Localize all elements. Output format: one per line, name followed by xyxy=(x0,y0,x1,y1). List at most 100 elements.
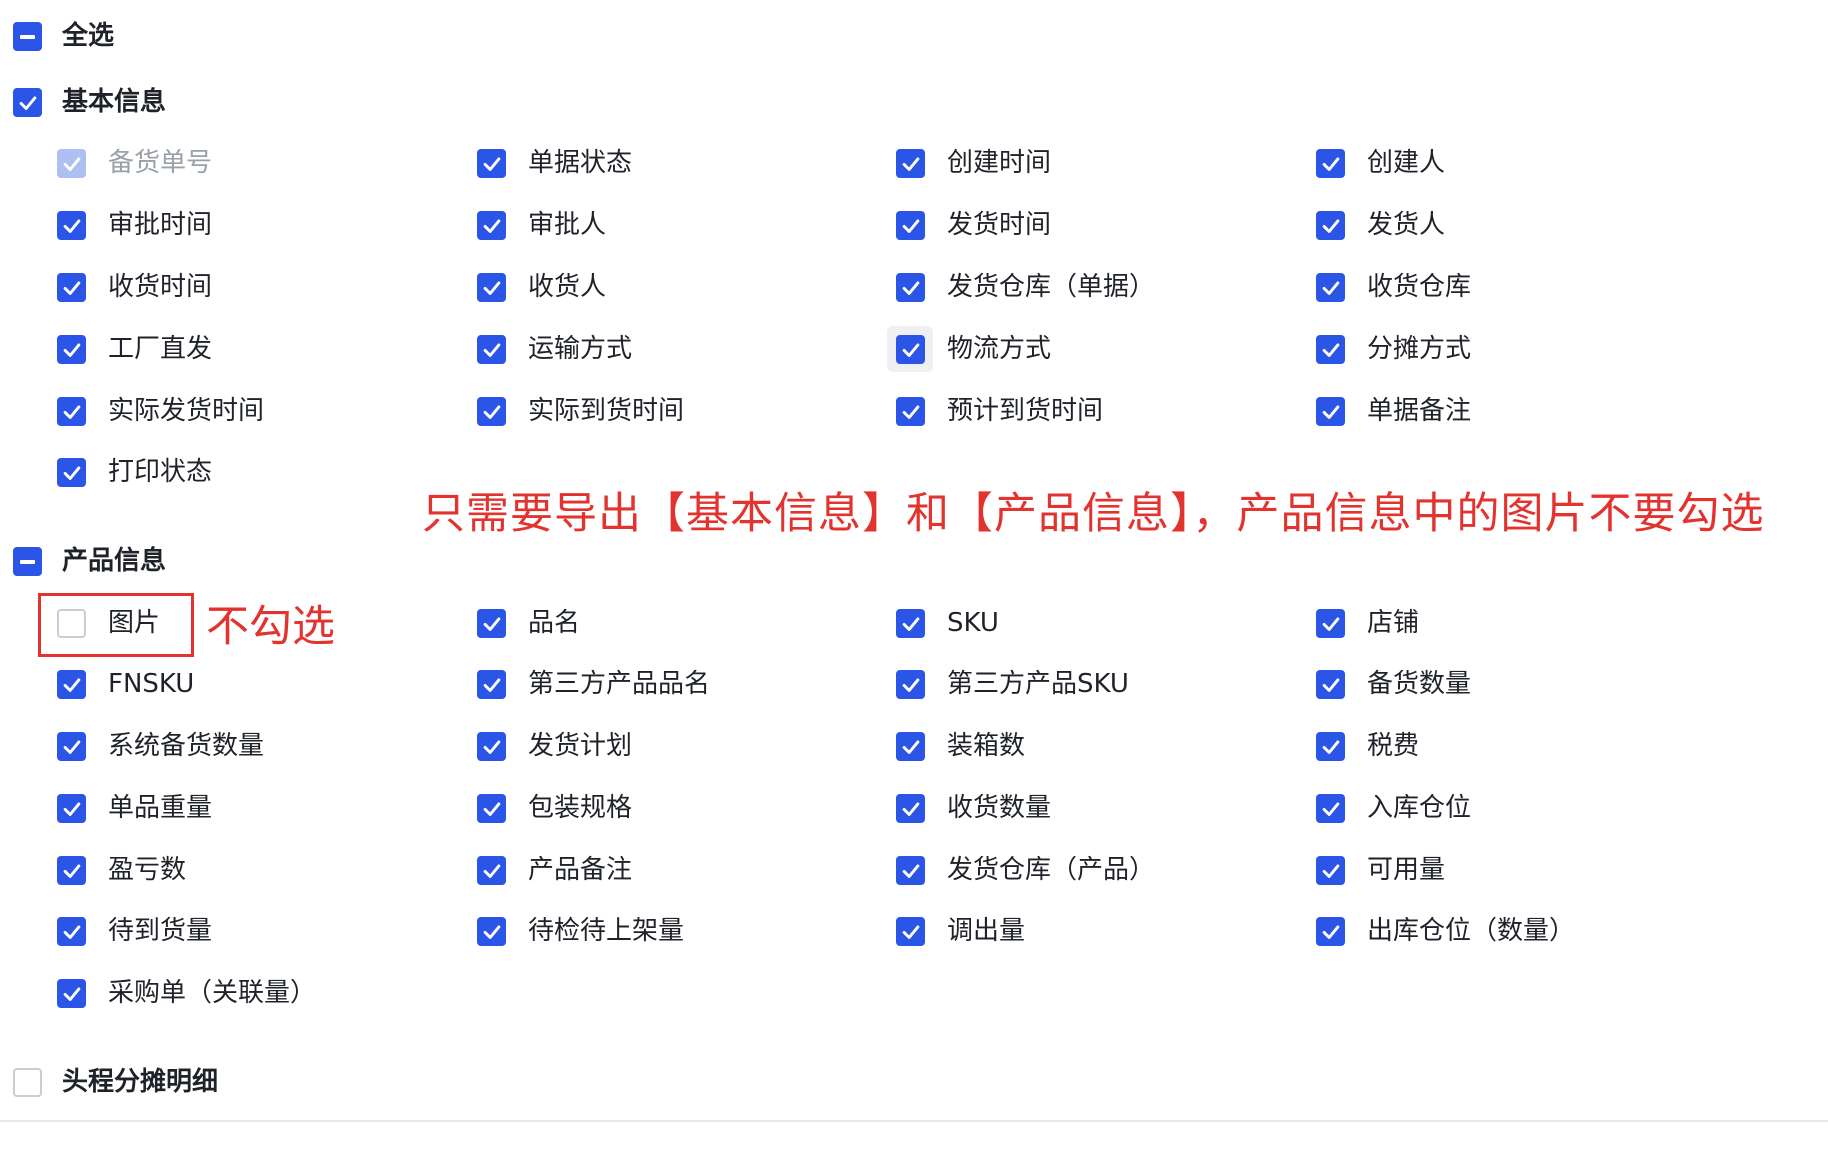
checkmark-icon xyxy=(1322,218,1339,233)
field-checkbox-basic-13[interactable] xyxy=(477,335,506,364)
field-checkbox-basic-1[interactable] xyxy=(477,149,506,178)
field-label-basic-2: 创建时间 xyxy=(947,148,1052,178)
field-checkbox-basic-14[interactable] xyxy=(896,335,925,364)
checkmark-icon xyxy=(1322,342,1339,357)
field-checkbox-product-21[interactable] xyxy=(477,917,506,946)
field-checkbox-product-15[interactable] xyxy=(1316,794,1345,823)
field-checkbox-basic-15[interactable] xyxy=(1316,335,1345,364)
field-label-product-13: 包装规格 xyxy=(528,793,633,823)
field-checkbox-basic-16[interactable] xyxy=(57,397,86,426)
field-checkbox-basic-12[interactable] xyxy=(57,335,86,364)
field-label-product-24: 采购单（关联量） xyxy=(108,978,317,1008)
field-label-basic-8: 收货时间 xyxy=(108,272,213,302)
checkmark-icon xyxy=(902,924,919,939)
field-checkbox-basic-4[interactable] xyxy=(57,211,86,240)
checkmark-icon xyxy=(1322,280,1339,295)
field-checkbox-basic-10[interactable] xyxy=(896,273,925,302)
field-checkbox-product-19[interactable] xyxy=(1316,856,1345,885)
checkmark-icon xyxy=(1322,616,1339,631)
field-checkbox-basic-8[interactable] xyxy=(57,273,86,302)
field-checkbox-basic-5[interactable] xyxy=(477,211,506,240)
checkmark-icon xyxy=(483,616,500,631)
field-checkbox-product-16[interactable] xyxy=(57,856,86,885)
field-checkbox-basic-3[interactable] xyxy=(1316,149,1345,178)
field-label-basic-6: 发货时间 xyxy=(947,210,1052,240)
group-checkbox-basic[interactable] xyxy=(13,88,42,117)
field-checkbox-product-23[interactable] xyxy=(1316,917,1345,946)
field-checkbox-basic-7[interactable] xyxy=(1316,211,1345,240)
field-checkbox-product-3[interactable] xyxy=(1316,609,1345,638)
field-checkbox-basic-9[interactable] xyxy=(477,273,506,302)
checkmark-icon xyxy=(63,801,80,816)
field-checkbox-product-10[interactable] xyxy=(896,732,925,761)
field-checkbox-product-9[interactable] xyxy=(477,732,506,761)
checkmark-icon xyxy=(483,404,500,419)
field-label-product-16: 盈亏数 xyxy=(108,855,187,885)
checkmark-icon xyxy=(63,863,80,878)
group-checkbox-product[interactable] xyxy=(13,547,42,576)
annotation-uncheck-note: 不勾选 xyxy=(206,602,335,652)
checkmark-icon xyxy=(1322,924,1339,939)
checkmark-icon xyxy=(483,218,500,233)
field-label-basic-16: 实际发货时间 xyxy=(108,396,265,426)
group-checkbox-headhaul[interactable] xyxy=(13,1068,42,1097)
checkmark-icon xyxy=(63,218,80,233)
field-checkbox-basic-2[interactable] xyxy=(896,149,925,178)
field-checkbox-product-18[interactable] xyxy=(896,856,925,885)
checkmark-icon xyxy=(483,677,500,692)
field-checkbox-product-14[interactable] xyxy=(896,794,925,823)
field-checkbox-product-12[interactable] xyxy=(57,794,86,823)
checkmark-icon xyxy=(63,739,80,754)
field-checkbox-product-7[interactable] xyxy=(1316,670,1345,699)
field-label-basic-12: 工厂直发 xyxy=(108,334,213,364)
field-checkbox-product-2[interactable] xyxy=(896,609,925,638)
field-checkbox-product-20[interactable] xyxy=(57,917,86,946)
field-checkbox-product-1[interactable] xyxy=(477,609,506,638)
field-label-basic-1: 单据状态 xyxy=(528,148,633,178)
field-checkbox-basic-18[interactable] xyxy=(896,397,925,426)
checkmark-icon xyxy=(902,156,919,171)
field-label-product-2: SKU xyxy=(947,608,999,638)
field-checkbox-product-13[interactable] xyxy=(477,794,506,823)
field-checkbox-product-4[interactable] xyxy=(57,670,86,699)
field-checkbox-product-22[interactable] xyxy=(896,917,925,946)
field-label-product-15: 入库仓位 xyxy=(1367,793,1472,823)
checkmark-icon xyxy=(483,739,500,754)
field-label-product-8: 系统备货数量 xyxy=(108,731,265,761)
field-checkbox-product-11[interactable] xyxy=(1316,732,1345,761)
section-divider xyxy=(0,1120,1828,1122)
field-checkbox-basic-20[interactable] xyxy=(57,458,86,487)
group-label-headhaul: 头程分摊明细 xyxy=(62,1067,219,1097)
field-checkbox-basic-0 xyxy=(57,149,86,178)
field-checkbox-product-8[interactable] xyxy=(57,732,86,761)
field-label-product-11: 税费 xyxy=(1367,731,1420,761)
checkmark-icon xyxy=(483,342,500,357)
field-checkbox-basic-19[interactable] xyxy=(1316,397,1345,426)
checkmark-icon xyxy=(19,95,36,110)
field-checkbox-basic-11[interactable] xyxy=(1316,273,1345,302)
field-label-product-10: 装箱数 xyxy=(947,731,1026,761)
checkmark-icon xyxy=(1322,156,1339,171)
field-label-product-17: 产品备注 xyxy=(528,855,633,885)
field-checkbox-product-6[interactable] xyxy=(896,670,925,699)
checkmark-icon xyxy=(483,156,500,171)
field-label-basic-13: 运输方式 xyxy=(528,334,633,364)
field-label-product-7: 备货数量 xyxy=(1367,669,1472,699)
select-all-checkbox[interactable] xyxy=(13,22,42,51)
field-checkbox-basic-6[interactable] xyxy=(896,211,925,240)
checkmark-icon xyxy=(902,801,919,816)
field-label-product-22: 调出量 xyxy=(947,916,1026,946)
field-label-basic-15: 分摊方式 xyxy=(1367,334,1472,364)
field-label-product-6: 第三方产品SKU xyxy=(947,669,1129,699)
field-checkbox-basic-17[interactable] xyxy=(477,397,506,426)
field-checkbox-product-5[interactable] xyxy=(477,670,506,699)
checkmark-icon xyxy=(63,280,80,295)
checkmark-icon xyxy=(902,677,919,692)
checkmark-icon xyxy=(483,924,500,939)
field-label-product-18: 发货仓库（产品） xyxy=(947,855,1156,885)
field-label-product-19: 可用量 xyxy=(1367,855,1446,885)
field-checkbox-product-17[interactable] xyxy=(477,856,506,885)
field-checkbox-product-24[interactable] xyxy=(57,979,86,1008)
checkmark-icon xyxy=(902,739,919,754)
field-label-basic-4: 审批时间 xyxy=(108,210,213,240)
